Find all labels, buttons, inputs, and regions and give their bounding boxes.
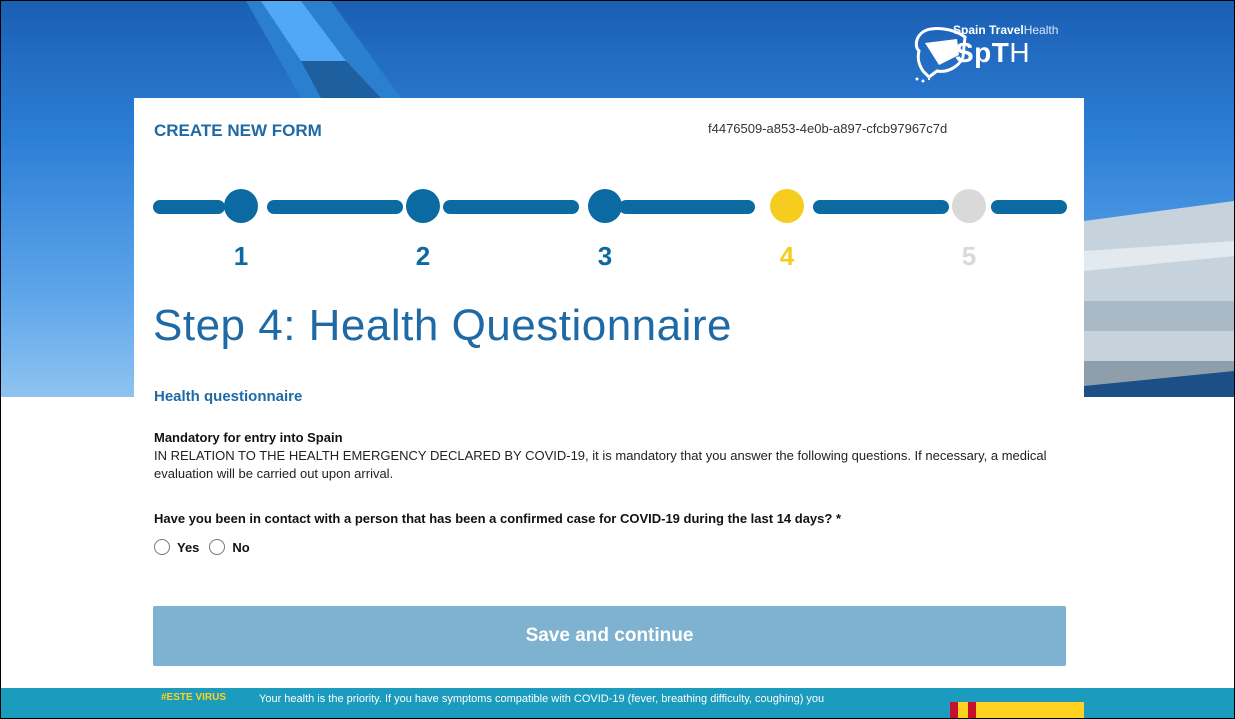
radio-no-label[interactable]: No [232,540,249,555]
mandatory-text: IN RELATION TO THE HEALTH EMERGENCY DECL… [154,448,1047,481]
section-title: Health questionnaire [154,388,303,405]
step-dot-5 [952,189,986,223]
brand-tagline: Spain TravelHealth [953,23,1058,37]
progress-stepper: 1 2 3 4 5 [153,185,1067,275]
step-number-5: 5 [961,241,977,271]
step-dot-1 [224,189,258,223]
step-number-4: 4 [779,241,795,271]
radio-option-yes[interactable]: Yes [154,539,199,555]
radio-yes[interactable] [154,539,170,555]
save-and-continue-button[interactable]: Save and continue [153,606,1066,666]
stepper-bar-2 [267,200,403,214]
contact-radio-group: Yes No [154,539,260,555]
radio-option-no[interactable]: No [209,539,250,555]
step-dot-2 [406,189,440,223]
step-dot-3 [588,189,622,223]
government-logo-icon [950,702,1084,718]
step-number-1: 1 [233,241,249,271]
flag-stripe-mid [958,702,968,718]
stepper-bar-5 [813,200,949,214]
form-id: f4476509-a853-4e0b-a897-cfcb97967c7d [708,121,948,136]
stepper-bar-1 [153,200,225,214]
brand-wordmark-bold: SpT [955,37,1010,68]
contact-question: Have you been in contact with a person t… [154,511,842,526]
stepper-track [153,189,1067,223]
step-dot-4 [770,189,804,223]
brand-tagline-light: Health [1023,23,1059,37]
spth-logo[interactable]: Spain TravelHealth SpTH [909,13,1109,91]
footer-campaign-badge: #ESTE VIRUS [161,692,227,703]
stepper-bar-4 [619,200,755,214]
brand-wordmark-light: H [1009,37,1031,68]
radio-yes-label[interactable]: Yes [177,540,199,555]
form-header-title: CREATE NEW FORM [154,121,322,140]
footer-banner: #ESTE VIRUS Your health is the priority.… [1,688,1234,718]
step-number-2: 2 [415,241,431,271]
brand-wordmark: SpTH [955,37,1030,69]
step-number-3: 3 [597,241,613,271]
footer-health-notice: Your health is the priority. If you have… [259,693,825,705]
stepper-bar-3 [443,200,579,214]
brand-tagline-bold: Spain Travel [953,23,1024,37]
page-title: Step 4: Health Questionnaire [153,301,733,350]
stepper-bar-6 [991,200,1067,214]
mandatory-title: Mandatory for entry into Spain [154,430,343,445]
radio-no[interactable] [209,539,226,555]
